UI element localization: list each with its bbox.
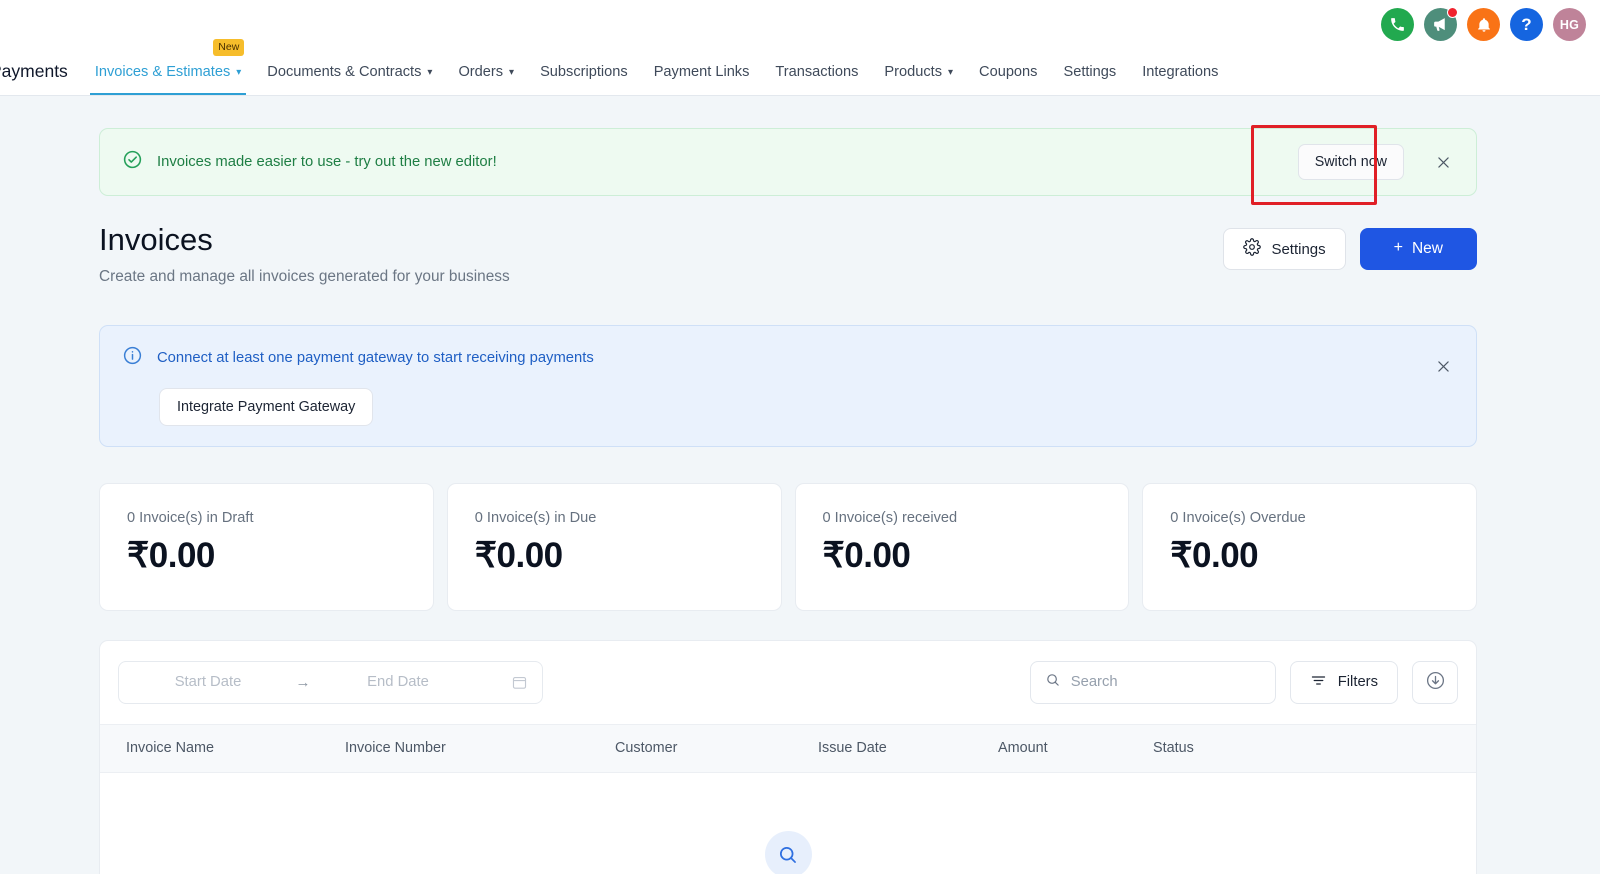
start-date-input[interactable]: Start Date [133,674,283,690]
nav-label: Documents & Contracts [267,63,422,80]
stat-label: 0 Invoice(s) in Due [474,509,597,526]
filters-label: Filters [1337,674,1378,691]
page-subtitle: Create and manage all invoices generated… [99,267,510,285]
megaphone-icon[interactable] [1424,7,1458,41]
stat-card-overdue: 0 Invoice(s) Overdue ₹0.00 [1142,482,1477,611]
nav-item-invoices-estimates[interactable]: Invoices & Estimates ▾ New [82,39,254,95]
nav-label: Transactions [775,63,859,80]
page-header: Invoices Create and manage all invoices … [99,222,1477,286]
info-banner-message: Connect at least one payment gateway to … [157,349,594,366]
integrate-payment-gateway-button[interactable]: Integrate Payment Gateway [159,387,374,426]
range-arrow-icon: → [295,673,311,691]
chevron-down-icon: ▾ [509,66,515,78]
check-circle-icon [122,149,143,175]
top-icon-cluster: ? HG [1381,7,1586,41]
main-navigation: Payments Invoices & Estimates ▾ New Docu… [0,39,1600,96]
stat-label: 0 Invoice(s) received [822,509,958,526]
empty-state: No invoices to show yet [100,772,1476,874]
nav-item-documents-contracts[interactable]: Documents & Contracts ▾ [254,48,445,95]
bell-icon[interactable] [1467,8,1500,41]
nav-item-coupons[interactable]: Coupons [966,48,1050,95]
settings-button-label: Settings [1271,240,1326,258]
download-button[interactable] [1412,660,1458,704]
stat-value: ₹0.00 [474,535,563,575]
date-range-picker[interactable]: Start Date → End Date [118,660,543,704]
nav-label: Subscriptions [540,63,628,80]
nav-label: Orders [458,63,504,80]
settings-button[interactable]: Settings [1223,228,1346,270]
avatar-initials: HG [1559,17,1580,32]
nav-label: Coupons [979,63,1038,80]
switch-now-wrapper: Switch now [1297,144,1404,180]
search-icon [1045,672,1061,692]
nav-label: Integrations [1142,63,1219,80]
table-header-row: Invoice Name Invoice Number Customer Iss… [100,723,1476,773]
nav-item-subscriptions[interactable]: Subscriptions [527,48,641,95]
stat-card-due: 0 Invoice(s) in Due ₹0.00 [446,482,782,611]
column-header-invoice-number: Invoice Number [345,740,446,757]
nav-label: Invoices & Estimates [94,63,231,80]
stat-value: ₹0.00 [1170,535,1259,575]
help-glyph: ? [1521,14,1532,34]
help-icon[interactable]: ? [1510,8,1543,41]
phone-icon[interactable] [1381,8,1414,41]
column-header-amount: Amount [998,740,1048,757]
download-icon [1425,670,1446,694]
end-date-input[interactable]: End Date [323,674,473,690]
column-header-status: Status [1153,740,1194,757]
calendar-icon [511,674,528,691]
plus-icon: + [1393,239,1403,256]
nav-item-transactions[interactable]: Transactions [762,48,871,95]
close-icon[interactable] [1432,151,1454,173]
empty-search-icon [764,831,812,874]
stat-card-draft: 0 Invoice(s) in Draft ₹0.00 [99,482,434,611]
search-placeholder: Search [1070,674,1118,691]
page-header-text: Invoices Create and manage all invoices … [99,222,510,286]
nav-item-payment-links[interactable]: Payment Links [641,48,763,95]
stat-value: ₹0.00 [127,535,215,575]
new-button-label: New [1411,240,1443,257]
chevron-down-icon: ▾ [236,66,242,78]
switch-now-button[interactable]: Switch now [1297,144,1404,180]
stat-cards: 0 Invoice(s) in Draft ₹0.00 0 Invoice(s)… [99,482,1477,611]
page-actions: Settings + New [1223,228,1477,270]
new-invoice-button[interactable]: + New [1359,228,1477,270]
stat-label: 0 Invoice(s) Overdue [1170,509,1306,526]
chevron-down-icon: ▾ [427,66,433,78]
page-content: Invoices made easier to use - try out th… [0,96,1600,874]
payment-gateway-banner: Connect at least one payment gateway to … [99,324,1477,447]
gear-icon [1243,238,1262,260]
filters-button[interactable]: Filters [1289,660,1398,704]
new-editor-banner: Invoices made easier to use - try out th… [99,128,1477,196]
nav-label: Settings [1063,63,1117,80]
stat-value: ₹0.00 [822,535,911,575]
banner-message: Invoices made easier to use - try out th… [157,154,497,170]
new-badge: New [213,39,245,56]
stat-card-received: 0 Invoice(s) received ₹0.00 [794,482,1130,611]
filter-icon [1310,672,1327,693]
nav-item-products[interactable]: Products ▾ [871,48,966,95]
invoices-page: ? HG Payments Invoices & Estimates ▾ New… [0,0,1600,874]
brand-title: Payments [0,61,68,81]
notification-dot [1447,7,1458,18]
avatar[interactable]: HG [1553,8,1586,41]
nav-label: Payment Links [653,63,750,80]
invoices-toolbar: Start Date → End Date Search Filters [100,641,1476,724]
nav-label: Products [884,63,943,80]
nav-item-settings[interactable]: Settings [1050,48,1129,95]
nav-item-integrations[interactable]: Integrations [1129,48,1231,95]
page-title: Invoices [99,222,213,257]
column-header-customer: Customer [615,740,678,757]
close-icon[interactable] [1432,356,1454,378]
toolbar-right: Search Filters [1029,660,1458,704]
nav-item-orders[interactable]: Orders ▾ [445,48,527,95]
column-header-issue-date: Issue Date [818,740,887,757]
chevron-down-icon: ▾ [948,66,954,78]
search-input[interactable]: Search [1029,660,1276,704]
column-header-invoice-name: Invoice Name [126,740,214,757]
stat-label: 0 Invoice(s) in Draft [127,509,254,526]
invoices-panel: Start Date → End Date Search Filters Inv… [99,639,1477,874]
info-icon [122,345,143,371]
